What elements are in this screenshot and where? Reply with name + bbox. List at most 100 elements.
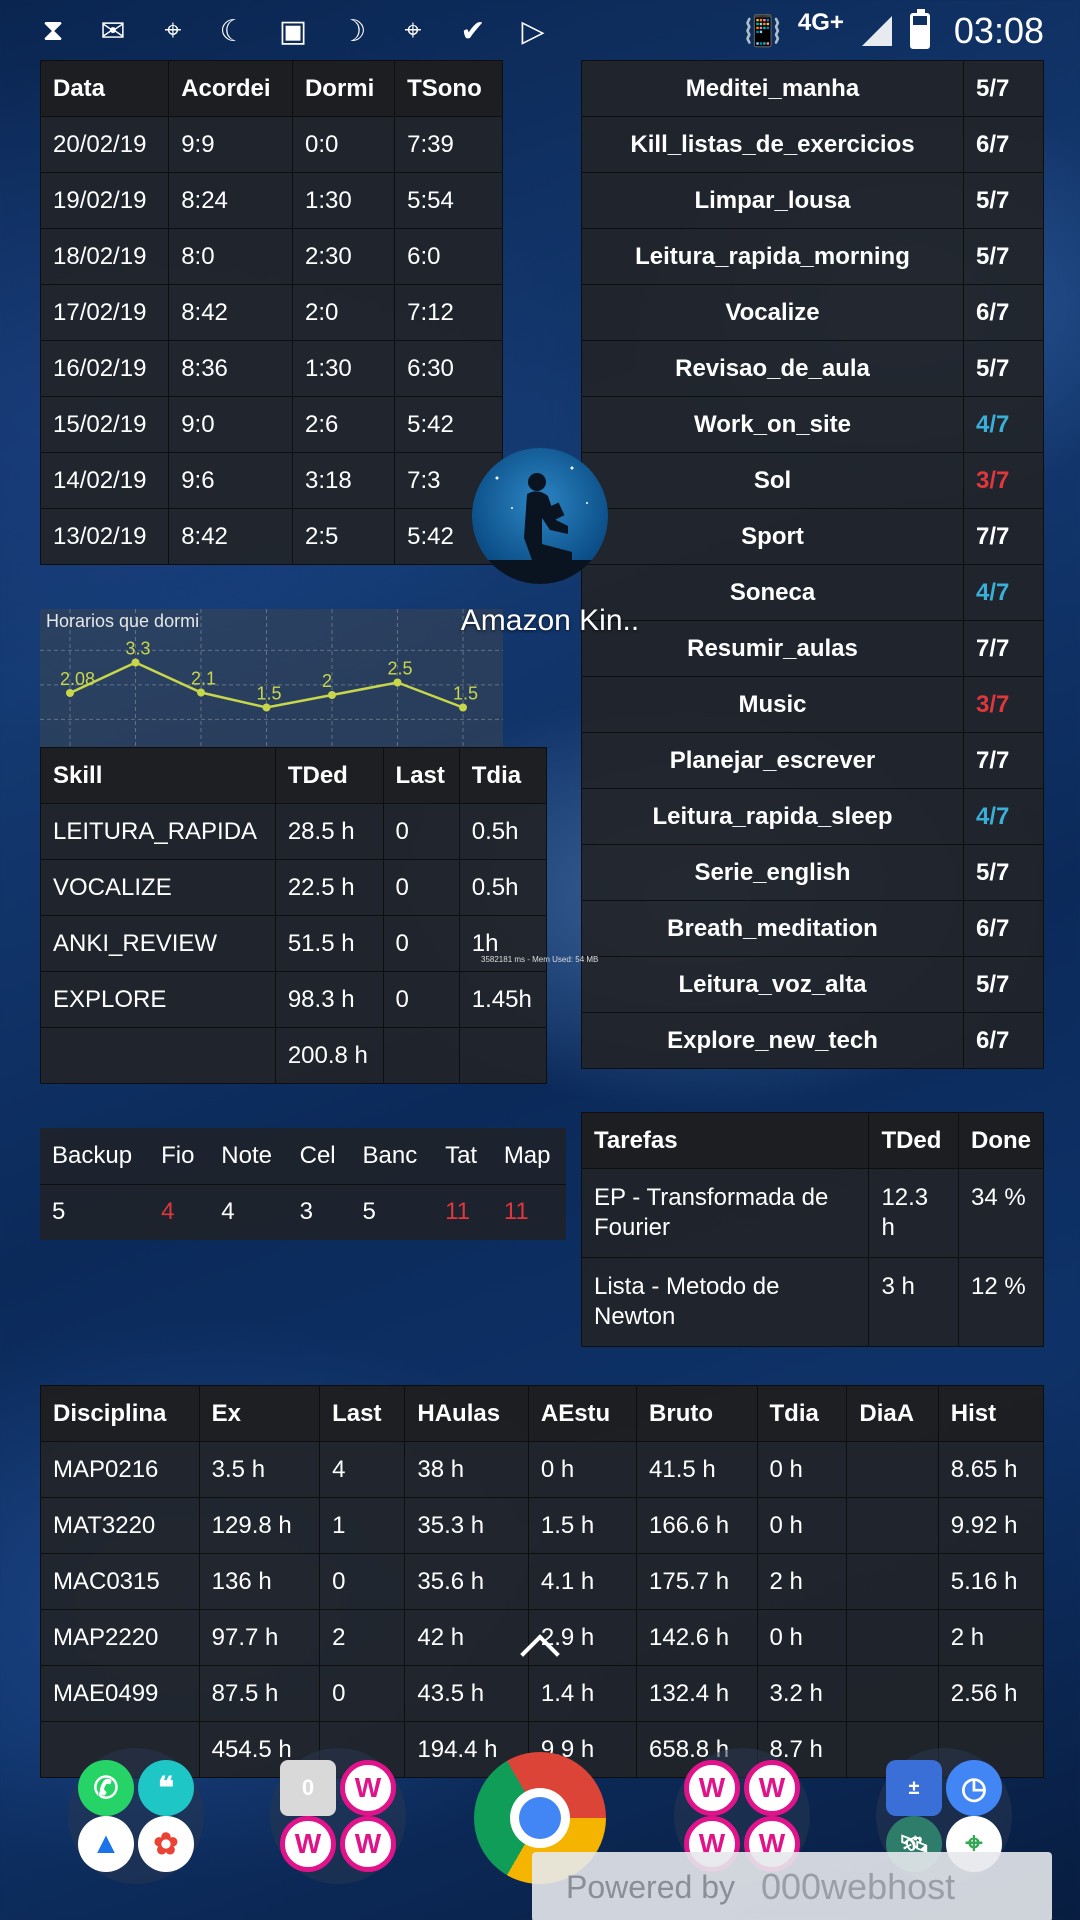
discipline-row-cell: 132.4 h <box>636 1665 758 1722</box>
messaging-folder[interactable]: ✆ ❝ ▲ ✿ <box>68 1748 204 1884</box>
discipline-row-cell: MAT3220 <box>40 1497 200 1554</box>
photo-icon: ▣ <box>278 14 308 48</box>
sleep-row-cell: 0:0 <box>291 116 396 173</box>
discipline-row-cell: 43.5 h <box>404 1665 529 1722</box>
discipline-col-header[interactable]: DiaA <box>846 1385 939 1442</box>
drive-icon: ▲ <box>78 1816 134 1872</box>
habit-name: Breath_meditation <box>581 900 964 957</box>
discipline-row: MAE0499 87.5 h 0 43.5 h 1.4 h 132.4 h 3.2 h 2.5… <box>40 1665 1045 1722</box>
task-row-cell: 3 h <box>868 1257 959 1347</box>
sleep-col-header[interactable]: Data <box>39 60 170 117</box>
discipline-row-cell: 38 h <box>404 1441 529 1498</box>
discipline-row-cell: 0 h <box>527 1441 638 1498</box>
discipline-row-cell: MAC0315 <box>40 1553 200 1610</box>
skill-row: LEITURA_RAPIDA 28.5 h 0 0.5h <box>40 803 548 860</box>
sleep-row: 14/02/19 9:6 3:18 7:3 <box>39 452 503 509</box>
skill-row-cell <box>458 1027 548 1084</box>
skill-row-cell: LEITURA_RAPIDA <box>40 803 276 860</box>
chart-data-label: 1.5 <box>257 684 282 704</box>
discipline-col-header[interactable]: Last <box>319 1385 406 1442</box>
discipline-row-cell: 1 <box>319 1497 406 1554</box>
habit-row: Meditei_manha 5/7 <box>581 60 1044 117</box>
wamp-icon: W <box>744 1760 800 1816</box>
sleep-row-cell: 7:12 <box>394 284 503 341</box>
discipline-col-header[interactable]: Ex <box>198 1385 321 1442</box>
habit-name: Kill_listas_de_exercicios <box>581 116 964 173</box>
discipline-col-header[interactable]: Bruto <box>636 1385 758 1442</box>
wamp-icon: W <box>684 1760 740 1816</box>
sleep-row-cell: 17/02/19 <box>39 284 170 341</box>
wamp-folder[interactable]: 0 W W W <box>270 1748 406 1884</box>
habit-name: Explore_new_tech <box>581 1012 964 1069</box>
habit-row: Serie_english 5/7 <box>581 844 1044 901</box>
skill-col-header[interactable]: Tdia <box>458 747 548 804</box>
memory-debug-text: 3582181 ms - Mem Used: 54 MB <box>481 955 599 964</box>
discipline-row-cell: 175.7 h <box>636 1553 758 1610</box>
habit-name: Meditei_manha <box>581 60 964 117</box>
discipline-col-header[interactable]: Tdia <box>756 1385 848 1442</box>
task-col-header[interactable]: Tarefas <box>580 1112 870 1169</box>
discipline-col-header[interactable]: Disciplina <box>40 1385 200 1442</box>
discipline-row-cell: 87.5 h <box>198 1665 321 1722</box>
skill-col-header[interactable]: TDed <box>274 747 384 804</box>
chart-point <box>131 658 140 667</box>
chart-data-label: 3.3 <box>126 639 151 659</box>
task-row-cell: EP - Transformada de Fourier <box>580 1168 870 1258</box>
skill-row: 200.8 h <box>40 1027 548 1084</box>
habit-row: Sport 7/7 <box>581 508 1044 565</box>
skill-col-header[interactable]: Skill <box>40 747 276 804</box>
habit-name: Revisao_de_aula <box>581 340 964 397</box>
sleep-row: 18/02/19 8:0 2:30 6:0 <box>39 228 503 285</box>
sleep-row: 17/02/19 8:42 2:0 7:12 <box>39 284 503 341</box>
gmail-icon: ✉ <box>100 14 126 48</box>
notification-icons: ⧗ ✉ ⌖ ☾ ▣ ☽ ⌖ ✔ ▷ <box>36 14 550 48</box>
sleep-col-header[interactable]: Dormi <box>291 60 396 117</box>
task-col-header[interactable]: TDed <box>868 1112 959 1169</box>
chart-data-label: 2 <box>322 671 332 691</box>
calculator-icon: ± <box>886 1760 942 1816</box>
discipline-col-header[interactable]: HAulas <box>404 1385 529 1442</box>
sleep-row: 16/02/19 8:36 1:30 6:30 <box>39 340 503 397</box>
whatsapp-icon: ✆ <box>78 1760 134 1816</box>
discipline-row-cell: 2.56 h <box>937 1665 1045 1722</box>
discipline-row-cell: 0 <box>319 1665 406 1722</box>
habit-row: Work_on_site 4/7 <box>581 396 1044 453</box>
discipline-row: MAC0315 136 h 0 35.6 h 4.1 h 175.7 h2 h 5.16 h <box>40 1553 1045 1610</box>
discipline-row-cell: 0 h <box>756 1497 848 1554</box>
discipline-row-cell: 97.7 h <box>198 1609 321 1666</box>
task-col-header[interactable]: Done <box>957 1112 1045 1169</box>
skill-row-cell: EXPLORE <box>40 971 276 1028</box>
habit-name: Planejar_escrever <box>581 732 964 789</box>
habit-score: 7/7 <box>963 620 1044 677</box>
device-header: Tat <box>445 1141 478 1169</box>
skill-col-header[interactable]: Last <box>382 747 460 804</box>
powered-by-banner[interactable]: Powered by 000webhost <box>532 1852 1052 1920</box>
discipline-row-cell <box>846 1441 939 1498</box>
sleep-row-cell: 9:9 <box>168 116 293 173</box>
powered-by-text: Powered by <box>566 1868 735 1905</box>
sleep-col-header[interactable]: Acordei <box>168 60 293 117</box>
device-header: Backup <box>52 1141 133 1169</box>
sleep-row-cell: 6:0 <box>394 228 503 285</box>
discipline-col-header[interactable]: Hist <box>937 1385 1045 1442</box>
chart-title: Horarios que dormi <box>46 611 200 631</box>
discipline-col-header[interactable]: AEstu <box>527 1385 638 1442</box>
skill-row-cell: VOCALIZE <box>40 859 276 916</box>
habit-name: Vocalize <box>581 284 964 341</box>
network-type: 4G+ <box>797 9 844 36</box>
discipline-row-cell: 136 h <box>198 1553 321 1610</box>
habit-row: Leitura_rapida_morning 5/7 <box>581 228 1044 285</box>
device-header: Banc <box>362 1141 418 1169</box>
skill-row-cell: 22.5 h <box>274 859 384 916</box>
discipline-row-cell: 9.92 h <box>937 1497 1045 1554</box>
habit-score: 7/7 <box>963 508 1044 565</box>
kindle-app-icon[interactable] <box>472 448 608 584</box>
chart-point <box>262 703 271 712</box>
sleep-col-header[interactable]: TSono <box>394 60 503 117</box>
sleep-chart[interactable]: 2.08 3.3 2.1 1.5 2 2.5 1.5 Horarios que dormi <box>40 609 503 747</box>
host-brand: 000webhost <box>760 1866 956 1907</box>
habit-score: 5/7 <box>963 340 1044 397</box>
habits-table: Meditei_manha 5/7 Kill_listas_de_exercicio… <box>581 60 1044 1069</box>
clock-app-icon: ◷ <box>946 1760 1002 1816</box>
habit-score: 4/7 <box>963 396 1044 453</box>
